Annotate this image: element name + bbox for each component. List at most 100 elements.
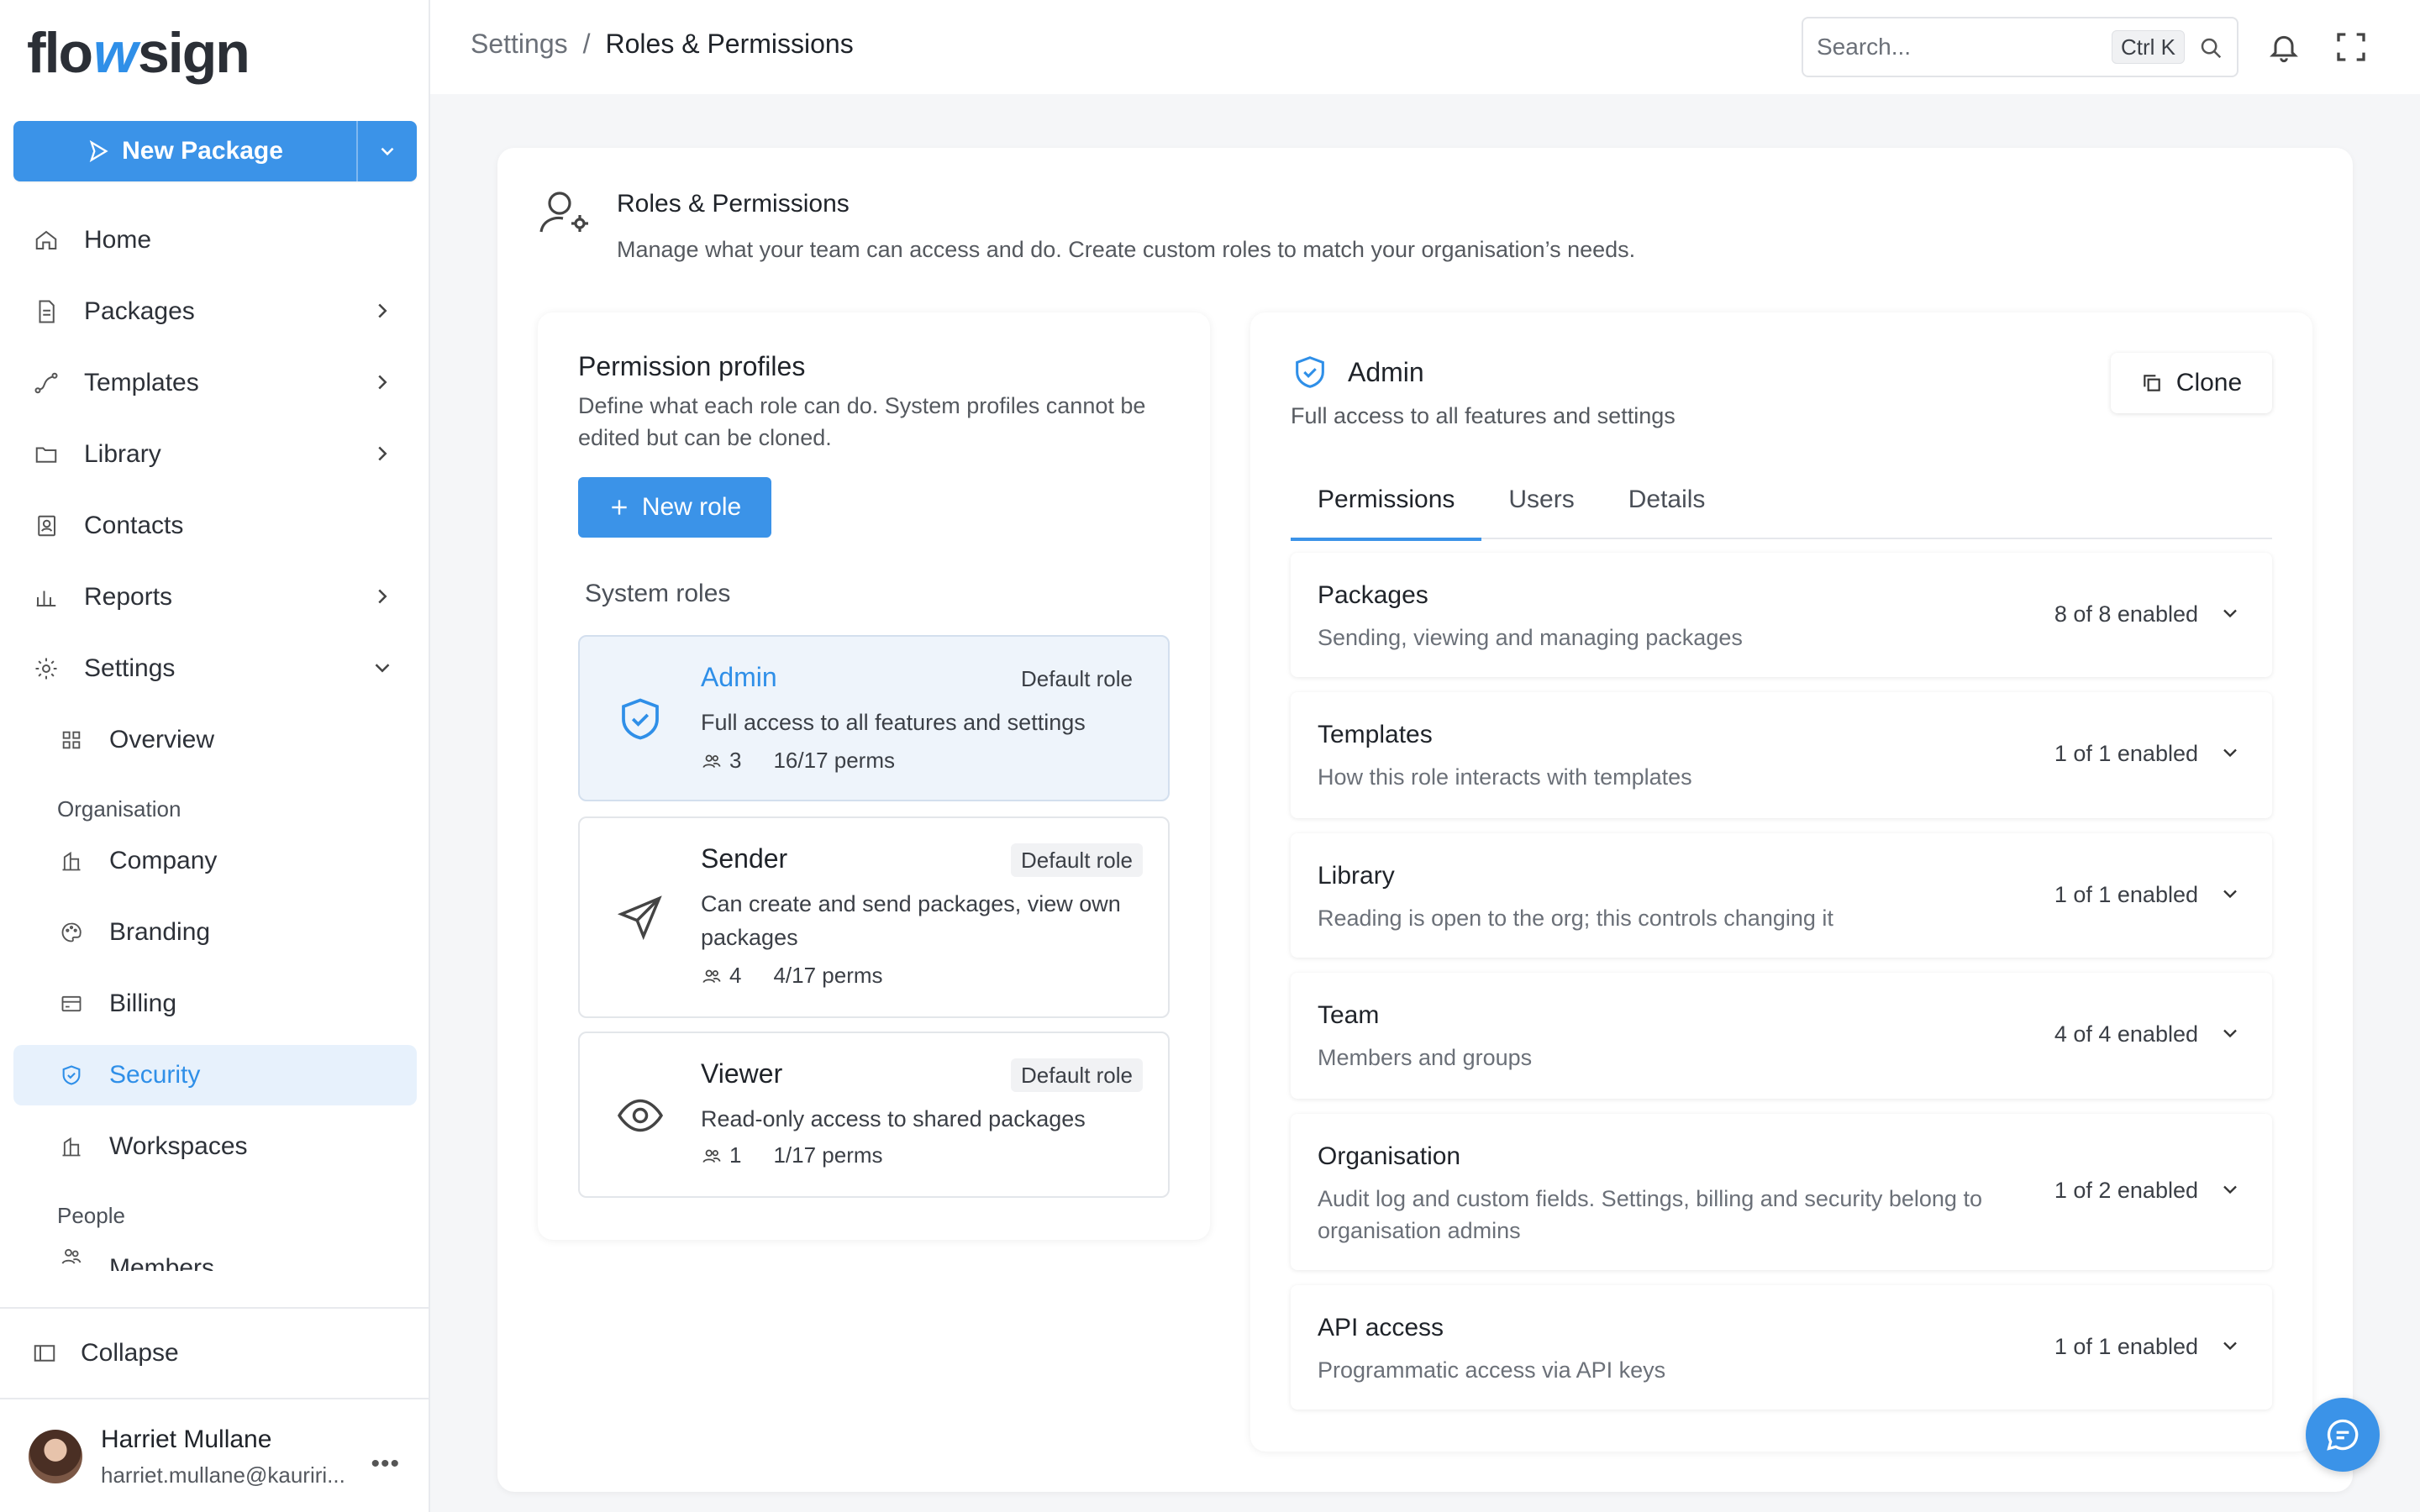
collapse-button[interactable]: Collapse bbox=[0, 1307, 429, 1399]
document-icon bbox=[32, 297, 60, 326]
sidebar-item-label: Library bbox=[84, 440, 161, 468]
sidebar-item-branding[interactable]: Branding bbox=[13, 902, 417, 963]
shield-icon bbox=[57, 1061, 86, 1089]
sidebar-item-company[interactable]: Company bbox=[13, 831, 417, 891]
page-header: Roles & Permissions Manage what your tea… bbox=[538, 185, 1635, 263]
role-card-viewer[interactable]: Viewer Default role Read-only access to … bbox=[578, 1032, 1170, 1198]
collapse-label: Collapse bbox=[81, 1339, 179, 1367]
role-member-count: 4 bbox=[729, 963, 742, 988]
sidebar-item-home[interactable]: Home bbox=[13, 210, 417, 270]
grid-icon bbox=[57, 726, 86, 754]
flowsign-logo[interactable]: flo w sign bbox=[27, 21, 250, 85]
new-role-label: New role bbox=[641, 493, 742, 521]
search-icon bbox=[2201, 38, 2222, 59]
sidebar-item-templates[interactable]: Templates bbox=[13, 353, 417, 413]
sidebar-item-label: Billing bbox=[109, 990, 177, 1017]
role-description: Read-only access to shared packages bbox=[701, 1106, 1086, 1131]
role-perm-count: 1/17 perms bbox=[773, 1142, 883, 1168]
role-description: Can create and send packages, view own p… bbox=[701, 891, 1121, 950]
role-card-sender[interactable]: Sender Default role Can create and send … bbox=[578, 816, 1170, 1018]
sidebar-item-billing[interactable]: Billing bbox=[13, 974, 417, 1034]
permission-group-count: 1 of 1 enabled bbox=[2054, 882, 2198, 907]
permission-group-count: 1 of 1 enabled bbox=[2054, 741, 2198, 766]
permission-group-count: 1 of 1 enabled bbox=[2054, 1334, 2198, 1359]
sidebar-item-workspaces[interactable]: Workspaces bbox=[13, 1116, 417, 1177]
breadcrumb-separator: / bbox=[582, 29, 591, 59]
permission-group-team[interactable]: Team Members and groups 4 of 4 enabled bbox=[1291, 973, 2272, 1099]
sidebar-toggle-icon bbox=[34, 1345, 55, 1362]
sidebar-item-contacts[interactable]: Contacts bbox=[13, 496, 417, 556]
send-icon bbox=[89, 139, 108, 163]
role-card-admin[interactable]: Admin Default role Full access to all fe… bbox=[578, 635, 1170, 801]
search-input[interactable]: Search... Ctrl K bbox=[1802, 17, 2238, 77]
gear-icon bbox=[32, 654, 60, 683]
clone-button[interactable]: Clone bbox=[2111, 353, 2272, 413]
sidebar-item-label: Security bbox=[109, 1061, 201, 1089]
permission-group-title: API access bbox=[1318, 1314, 1444, 1341]
sidebar-item-packages[interactable]: Packages bbox=[13, 281, 417, 342]
permission-group-title: Library bbox=[1318, 862, 1395, 890]
sidebar-item-label: Home bbox=[84, 226, 152, 254]
role-member-count: 3 bbox=[729, 748, 742, 773]
users-icon bbox=[702, 1149, 721, 1163]
palette-icon bbox=[57, 918, 86, 947]
bell-icon[interactable] bbox=[2267, 30, 2301, 64]
sidebar-item-reports[interactable]: Reports bbox=[13, 567, 417, 627]
role-description: Full access to all features and settings bbox=[701, 710, 1086, 735]
chevron-down-icon bbox=[2223, 890, 2237, 899]
permission-group-api-access[interactable]: API access Programmatic access via API k… bbox=[1291, 1285, 2272, 1410]
home-icon bbox=[32, 226, 60, 255]
sidebar-item-library[interactable]: Library bbox=[13, 424, 417, 485]
tab-users[interactable]: Users bbox=[1481, 480, 1601, 539]
chat-support-button[interactable] bbox=[2306, 1398, 2380, 1472]
new-package-dropdown-button[interactable] bbox=[356, 121, 417, 181]
sidebar-item-security[interactable]: Security bbox=[13, 1045, 417, 1105]
building-icon bbox=[57, 847, 86, 875]
role-name: Sender bbox=[701, 843, 788, 874]
chevron-down-icon bbox=[2223, 748, 2237, 758]
permission-group-packages[interactable]: Packages Sending, viewing and managing p… bbox=[1291, 553, 2272, 677]
permission-group-count: 4 of 4 enabled bbox=[2054, 1021, 2198, 1047]
permission-group-title: Team bbox=[1318, 1001, 1380, 1029]
new-package-button-group: New Package bbox=[13, 121, 417, 181]
more-options-icon[interactable]: ••• bbox=[371, 1450, 400, 1478]
logo-text-w: w bbox=[93, 21, 138, 85]
tab-details[interactable]: Details bbox=[1602, 480, 1733, 539]
user-profile[interactable]: Harriet Mullane harriet.mullane@kauriri.… bbox=[0, 1401, 429, 1512]
shield-check-icon bbox=[622, 698, 659, 740]
chevron-right-icon bbox=[378, 589, 387, 604]
profiles-description: Define what each role can do. System pro… bbox=[578, 393, 1146, 450]
logo-text-start: flo bbox=[27, 21, 93, 85]
sidebar-item-label: Company bbox=[109, 847, 218, 874]
permission-group-library[interactable]: Library Reading is open to the org; this… bbox=[1291, 833, 2272, 958]
permission-group-description: How this role interacts with templates bbox=[1318, 764, 1692, 790]
system-roles-label: System roles bbox=[585, 580, 731, 607]
user-email: harriet.mullane@kauriri... bbox=[101, 1462, 345, 1488]
page-description: Manage what your team can access and do.… bbox=[617, 237, 1636, 262]
sidebar-item-settings[interactable]: Settings bbox=[13, 638, 417, 699]
permission-group-templates[interactable]: Templates How this role interacts with t… bbox=[1291, 692, 2272, 818]
role-meta: 4 4/17 perms bbox=[701, 963, 883, 989]
chevron-down-icon bbox=[375, 664, 390, 673]
default-role-badge: Default role bbox=[1011, 843, 1143, 877]
plus-icon bbox=[612, 500, 627, 515]
sidebar-item-overview[interactable]: Overview bbox=[13, 710, 417, 770]
permission-group-description: Audit log and custom fields. Settings, b… bbox=[1318, 1186, 1982, 1243]
fullscreen-icon[interactable] bbox=[2334, 30, 2368, 64]
breadcrumb-settings[interactable]: Settings bbox=[471, 29, 568, 60]
topbar: Settings / Roles & Permissions Search...… bbox=[430, 0, 2420, 94]
tab-permissions[interactable]: Permissions bbox=[1291, 480, 1482, 541]
permission-group-title: Templates bbox=[1318, 721, 1433, 748]
role-detail-title: Admin bbox=[1348, 356, 1424, 387]
sidebar-item-members[interactable]: Members bbox=[13, 1237, 417, 1271]
new-role-button[interactable]: New role bbox=[578, 477, 771, 538]
new-package-button[interactable]: New Package bbox=[13, 121, 356, 181]
chevron-right-icon bbox=[378, 446, 387, 461]
role-detail-description: Full access to all features and settings bbox=[1291, 403, 1676, 428]
role-name: Viewer bbox=[701, 1058, 783, 1089]
permission-group-organisation[interactable]: Organisation Audit log and custom fields… bbox=[1291, 1114, 2272, 1270]
copy-icon bbox=[2144, 375, 2160, 391]
avatar bbox=[29, 1430, 82, 1483]
user-name: Harriet Mullane bbox=[101, 1425, 272, 1453]
permission-group-description: Reading is open to the org; this control… bbox=[1318, 906, 1833, 931]
